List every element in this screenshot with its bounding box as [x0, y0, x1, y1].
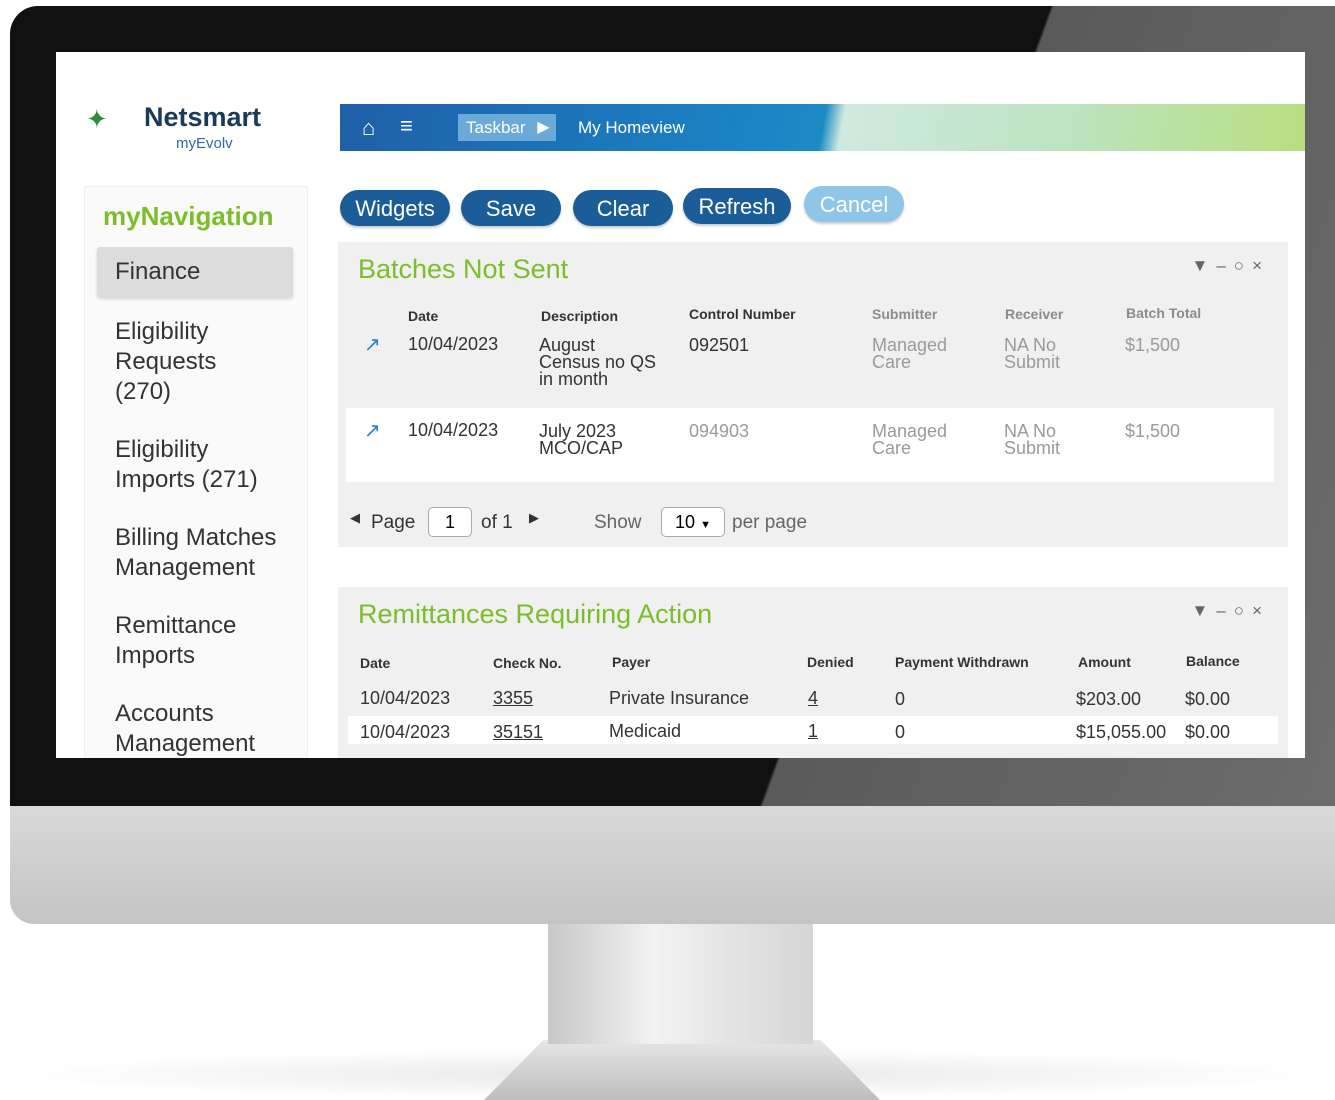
check-number-link[interactable]: 35151	[493, 723, 543, 741]
menu-icon[interactable]: ≡	[400, 113, 413, 139]
prev-page-icon[interactable]: ◀	[350, 510, 360, 526]
check-number-link[interactable]: 3355	[493, 689, 533, 707]
panel-tools: ▼–○×	[1191, 601, 1270, 621]
logo-subname: myEvolv	[176, 135, 233, 152]
per-page-label: per page	[732, 512, 808, 533]
remit-withdrawn: 0	[895, 722, 906, 742]
open-external-icon[interactable]: ↗	[364, 332, 381, 357]
top-bar: ⌂ ≡ Taskbar ▶ My Homeview	[340, 104, 1305, 151]
table-row: 10/04/2023 35151 Medicaid 1 0 $15,055.00…	[348, 716, 1278, 744]
logo-name: Netsmart	[144, 102, 262, 132]
monitor-neck	[548, 924, 813, 1044]
batch-date: 10/04/2023	[408, 334, 499, 354]
sidebar-item-eligibility-imports[interactable]: Eligibility Imports (271)	[85, 435, 275, 495]
col-control-number: Control Number	[689, 306, 796, 322]
remit-payer: Private Insurance	[609, 688, 750, 708]
cancel-button[interactable]: Cancel	[804, 186, 904, 222]
batch-submitter: Managed Care	[872, 335, 948, 372]
batch-total: $1,500	[1125, 335, 1181, 355]
nav-title: myNavigation	[103, 201, 274, 231]
sidebar-item-remittance-imports[interactable]: Remittance Imports	[85, 611, 265, 671]
home-icon[interactable]: ⌂	[362, 115, 375, 141]
remit-date: 10/04/2023	[360, 688, 451, 708]
col-check-no: Check No.	[493, 655, 562, 671]
batch-submitter: Managed Care	[872, 421, 948, 458]
minimize-icon[interactable]: –	[1216, 601, 1233, 620]
batch-total: $1,500	[1125, 421, 1181, 441]
panel-tools: ▼–○×	[1191, 256, 1270, 276]
screen: ✦ Netsmart myEvolv myNavigation Finance …	[56, 52, 1305, 758]
filter-icon[interactable]: ▼	[1191, 601, 1216, 620]
breadcrumb-taskbar-label: Taskbar	[466, 118, 526, 137]
batch-control-number: 094903	[689, 421, 750, 441]
remit-amount: $203.00	[1076, 689, 1142, 709]
clear-button[interactable]: Clear	[573, 190, 673, 226]
batches-not-sent-panel: Batches Not Sent ▼–○× Date Description C…	[338, 242, 1288, 547]
remit-balance: $0.00	[1185, 722, 1231, 742]
monitor-chin	[10, 804, 1335, 924]
col-batch-total: Batch Total	[1126, 305, 1202, 321]
logo-mark-icon: ✦	[86, 104, 108, 134]
filter-icon[interactable]: ▼	[1191, 256, 1216, 275]
remit-balance: $0.00	[1185, 689, 1231, 709]
page-label: Page	[371, 512, 416, 533]
col-date: Date	[408, 308, 439, 324]
col-submitter: Submitter	[872, 306, 938, 322]
breadcrumb-homeview[interactable]: My Homeview	[578, 118, 685, 138]
batch-date: 10/04/2023	[408, 420, 499, 440]
refresh-icon[interactable]: ○	[1234, 256, 1252, 275]
caret-right-icon: ▶	[537, 119, 550, 136]
chevron-down-icon: ▼	[700, 519, 711, 531]
batch-receiver: NA No Submit	[1004, 335, 1061, 372]
col-date: Date	[360, 655, 391, 671]
denied-count-link[interactable]: 4	[808, 689, 818, 707]
col-description: Description	[541, 308, 619, 324]
col-payment-withdrawn: Payment Withdrawn	[895, 654, 1029, 670]
monitor-base	[484, 1040, 880, 1100]
table-row: ↗ 10/04/2023 July 2023 MCO/CAP 094903 Ma…	[346, 408, 1274, 482]
minimize-icon[interactable]: –	[1216, 256, 1233, 275]
sidebar: myNavigation Finance Eligibility Request…	[84, 186, 308, 758]
per-page-value: 10	[675, 512, 696, 532]
col-receiver: Receiver	[1005, 306, 1064, 322]
refresh-button[interactable]: Refresh	[683, 188, 791, 224]
nav-list: Finance Eligibility Requests (270) Eligi…	[85, 247, 307, 758]
sidebar-item-billing-matches[interactable]: Billing Matches Management	[85, 523, 295, 583]
batch-description: August Census no QS in month	[539, 335, 657, 389]
denied-count-link[interactable]: 1	[808, 722, 818, 740]
col-amount: Amount	[1078, 654, 1131, 670]
per-page-select[interactable]: 10 ▼	[661, 507, 725, 537]
page-input[interactable]: 1	[428, 507, 472, 537]
batches-title: Batches Not Sent	[358, 254, 569, 284]
breadcrumb-taskbar[interactable]: Taskbar ▶	[458, 114, 556, 141]
col-balance: Balance	[1186, 653, 1240, 669]
open-external-icon[interactable]: ↗	[364, 418, 381, 443]
widgets-button[interactable]: Widgets	[340, 190, 450, 226]
remit-withdrawn: 0	[895, 689, 906, 709]
save-button[interactable]: Save	[461, 190, 561, 226]
remittances-title: Remittances Requiring Action	[358, 599, 713, 629]
close-icon[interactable]: ×	[1252, 601, 1270, 620]
remit-date: 10/04/2023	[360, 722, 451, 742]
batch-description: July 2023 MCO/CAP	[539, 421, 624, 458]
col-denied: Denied	[807, 654, 854, 670]
show-label: Show	[594, 512, 642, 533]
page-of-label: of 1	[481, 512, 513, 533]
sidebar-item-accounts-management[interactable]: Accounts Management	[85, 699, 275, 758]
sidebar-item-eligibility-requests[interactable]: Eligibility Requests (270)	[85, 317, 275, 407]
batch-receiver: NA No Submit	[1004, 421, 1061, 458]
col-payer: Payer	[612, 654, 651, 670]
close-icon[interactable]: ×	[1252, 256, 1270, 275]
next-page-icon[interactable]: ▶	[529, 510, 539, 526]
remit-amount: $15,055.00	[1076, 722, 1167, 742]
sidebar-item-finance[interactable]: Finance	[97, 247, 293, 297]
refresh-icon[interactable]: ○	[1234, 601, 1252, 620]
remittances-panel: Remittances Requiring Action ▼–○× Date C…	[338, 587, 1288, 758]
batch-control-number: 092501	[689, 335, 750, 355]
remit-payer: Medicaid	[609, 721, 682, 741]
